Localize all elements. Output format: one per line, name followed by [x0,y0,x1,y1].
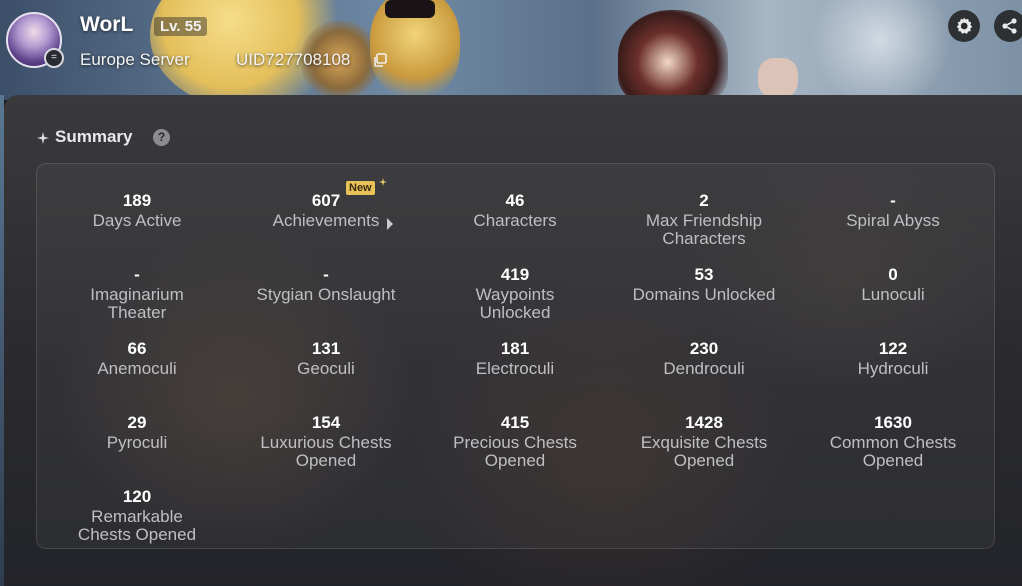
copy-icon[interactable] [373,53,387,67]
banner-art-light [800,0,960,100]
help-icon[interactable]: ? [153,129,170,146]
stat-value: 29 [127,413,147,432]
stat-anemoculi: 66 Anemoculi [42,338,232,378]
stat-value: 66 [127,339,147,358]
stat-label: Anemoculi [97,359,177,378]
stat-value: 1630 [874,413,912,432]
stat-value: 415 [500,413,530,432]
stat-label: Stygian Onslaught [256,285,396,304]
stat-remarkable-chests-opened: 120 Remarkable Chests Opened [42,486,232,544]
stat-value: 607 [311,191,341,210]
stat-value: 46 [505,191,525,210]
stat-value: 154 [311,413,341,432]
stat-label: Precious Chests Opened [453,433,577,470]
stat-label: Waypoints Unlocked [475,285,555,322]
stat-luxurious-chests-opened: 154 Luxurious Chests Opened [231,412,421,470]
banner-art-hand [758,58,798,98]
stat-stygian-onslaught: - Stygian Onslaught [231,264,421,304]
stat-label: Dendroculi [663,359,745,378]
stat-label: Electroculi [475,359,555,378]
stat-value: - [890,191,896,210]
stat-value: 189 [122,191,152,210]
stat-label: Spiral Abyss [846,211,940,230]
stat-value: - [323,265,329,284]
stat-label: Luxurious Chests Opened [260,433,392,470]
username: WorL [80,13,134,36]
banner-art-character-4 [618,10,728,100]
stat-label: Remarkable Chests Opened [77,507,197,544]
stat-waypoints-unlocked: 419 Waypoints Unlocked [420,264,610,322]
stat-value: 419 [500,265,530,284]
profile-banner: = WorL Lv. 55 Europe Server UID727708108 [0,0,1022,100]
stat-pyroculi: 29 Pyroculi [42,412,232,452]
stat-domains-unlocked: 53 Domains Unlocked [609,264,799,304]
stat-value: 0 [888,265,898,284]
stat-dendroculi: 230 Dendroculi [609,338,799,378]
sparkle-icon [37,132,49,144]
gear-icon [956,17,973,34]
avatar-badge-icon: = [44,48,64,68]
stat-exquisite-chests-opened: 1428 Exquisite Chests Opened [609,412,799,470]
stat-imaginarium-theater: - Imaginarium Theater [42,264,232,322]
stat-label: Max Friendship Characters [645,211,763,248]
stat-label: Lunoculi [861,285,925,304]
hoyolab-profile-page: = WorL Lv. 55 Europe Server UID727708108 [0,0,1022,586]
share-icon [1002,18,1017,34]
chevron-right-icon[interactable] [386,218,394,230]
stat-value: 181 [500,339,530,358]
stat-precious-chests-opened: 415 Precious Chests Opened [420,412,610,470]
stat-geoculi: 131 Geoculi [231,338,421,378]
stat-value: 131 [311,339,341,358]
share-button[interactable] [994,10,1022,42]
server-name: Europe Server [80,50,190,69]
stat-value: 120 [122,487,152,506]
stat-label: Domains Unlocked [632,285,776,304]
stat-electroculi: 181 Electroculi [420,338,610,378]
new-star-icon [379,178,387,186]
summary-title: Summary [55,127,133,146]
stat-common-chests-opened: 1630 Common Chests Opened [798,412,988,470]
stat-label: Exquisite Chests Opened [640,433,768,470]
stat-label: Imaginarium Theater [90,285,184,322]
stat-value: 2 [699,191,709,210]
stat-characters: 46 Characters [420,190,610,230]
stat-lunoculi: 0 Lunoculi [798,264,988,304]
uid-text: UID727708108 [236,50,351,69]
stat-label: Geoculi [297,359,355,378]
stat-value: 230 [689,339,719,358]
banner-art-hat [385,0,435,18]
stat-max-friendship-characters: 2 Max Friendship Characters [609,190,799,248]
stat-label: Common Chests Opened [829,433,957,470]
level-badge: Lv. 55 [154,17,208,36]
stat-label: Hydroculi [857,359,929,378]
stat-label: Characters [473,211,557,230]
stat-value: 53 [694,265,714,284]
stat-value: 122 [878,339,908,358]
stat-spiral-abyss: - Spiral Abyss [798,190,988,230]
stat-label: Pyroculi [106,433,168,452]
stat-days-active: 189 Days Active [42,190,232,230]
stat-value: 1428 [685,413,723,432]
stat-hydroculi: 122 Hydroculi [798,338,988,378]
stat-label: Days Active [92,211,182,230]
stat-value: - [134,265,140,284]
settings-button[interactable] [948,10,980,42]
new-badge: New [346,181,375,195]
